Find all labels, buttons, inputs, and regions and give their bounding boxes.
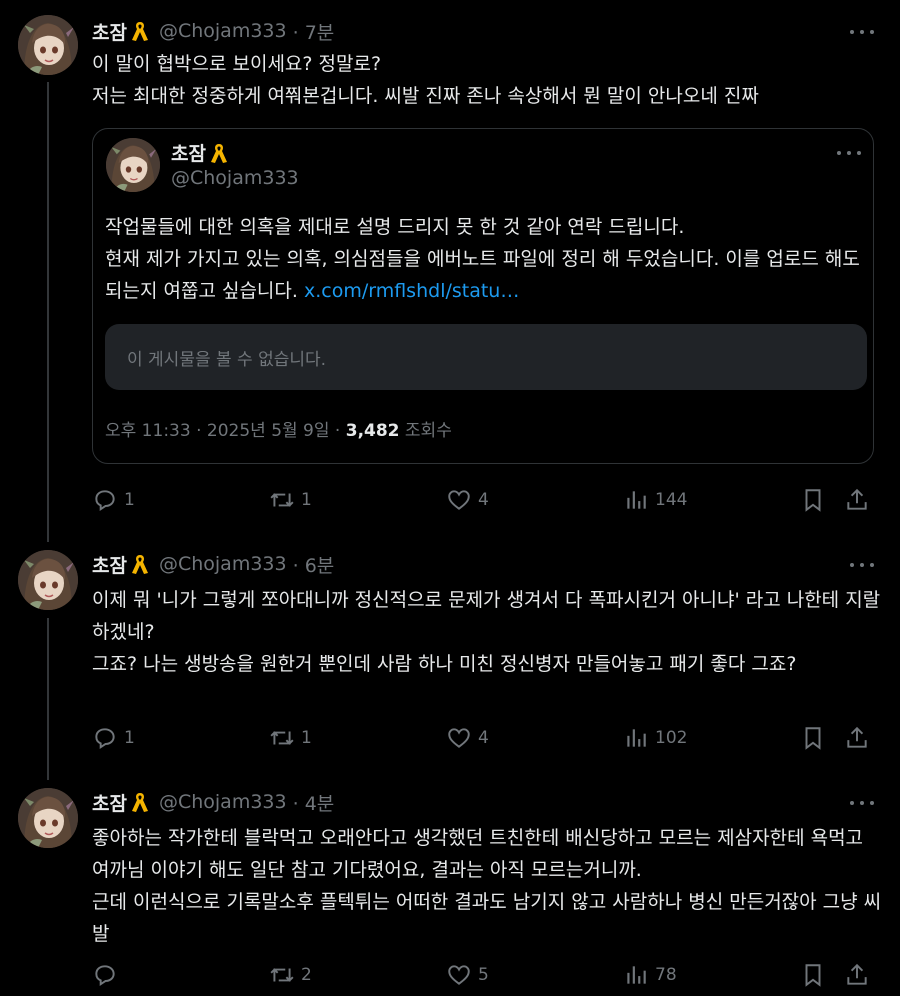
tweet-text: 좋아하는 작가한테 블락먹고 오래안다고 생각했던 트친한테 배신당하고 모르는… bbox=[92, 827, 882, 945]
avatar bbox=[106, 138, 160, 192]
bookmark-icon bbox=[805, 964, 821, 987]
views-button[interactable]: 78 bbox=[623, 961, 677, 989]
handle[interactable]: @Chojam333 bbox=[159, 20, 287, 42]
tweet[interactable]: 초잠 @Chojam333 · 7분 이 말이 협박으로 보이세요? 정말로? … bbox=[0, 0, 900, 540]
bookmark-button[interactable] bbox=[800, 961, 826, 989]
share-button[interactable] bbox=[844, 486, 870, 514]
repost-icon bbox=[270, 493, 294, 507]
quoted-tweet[interactable]: 초잠 @Chojam333 작업물들에 대한 의혹을 제대로 설명 드리지 못 … bbox=[92, 128, 874, 464]
repost-icon bbox=[270, 968, 294, 982]
action-bar: 2 5 78 bbox=[92, 961, 882, 989]
views-icon bbox=[627, 491, 646, 509]
views-button[interactable]: 102 bbox=[623, 724, 687, 752]
view-count: 3,482 bbox=[345, 421, 400, 441]
handle[interactable]: @Chojam333 bbox=[159, 791, 287, 813]
bookmark-button[interactable] bbox=[800, 486, 826, 514]
quoted-link[interactable]: x.com/rmflshdl/statu… bbox=[304, 280, 519, 302]
views-icon bbox=[627, 966, 646, 984]
tweet[interactable]: 초잠 @Chojam333 · 6분 이제 뭐 '니가 그렇게 쪼아대니까 정신… bbox=[0, 540, 900, 778]
bookmark-button[interactable] bbox=[800, 724, 826, 752]
yellow-ribbon-icon bbox=[131, 791, 149, 813]
bookmark-icon bbox=[805, 727, 821, 750]
bookmark-icon bbox=[805, 489, 821, 512]
display-name[interactable]: 초잠 bbox=[92, 789, 127, 816]
repost-button[interactable]: 1 bbox=[269, 486, 312, 514]
yellow-ribbon-icon bbox=[131, 553, 149, 575]
reply-button[interactable]: 1 bbox=[92, 486, 135, 514]
share-icon bbox=[847, 488, 867, 510]
like-icon bbox=[448, 490, 470, 510]
like-button[interactable]: 4 bbox=[446, 724, 489, 752]
share-button[interactable] bbox=[844, 961, 870, 989]
tweet-header: 초잠 @Chojam333 · 6분 bbox=[92, 550, 334, 578]
reply-icon bbox=[95, 728, 115, 750]
tweet-text: 이 말이 협박으로 보이세요? 정말로? 저는 최대한 정중하게 여쭤본겁니다.… bbox=[92, 53, 759, 107]
repost-button[interactable]: 1 bbox=[269, 724, 312, 752]
reply-button[interactable]: 1 bbox=[92, 724, 135, 752]
action-bar: 1 1 4 144 bbox=[92, 486, 882, 514]
more-icon[interactable] bbox=[850, 793, 874, 813]
avatar[interactable] bbox=[18, 550, 78, 610]
repost-icon bbox=[270, 731, 294, 745]
repost-button[interactable]: 2 bbox=[269, 961, 312, 989]
unavailable-post-notice: 이 게시물을 볼 수 없습니다. bbox=[105, 324, 867, 390]
views-button[interactable]: 144 bbox=[623, 486, 687, 514]
display-name[interactable]: 초잠 bbox=[92, 18, 127, 45]
avatar[interactable] bbox=[18, 15, 78, 75]
share-button[interactable] bbox=[844, 724, 870, 752]
like-button[interactable]: 4 bbox=[446, 486, 489, 514]
more-icon[interactable] bbox=[837, 143, 861, 163]
handle[interactable]: @Chojam333 bbox=[159, 553, 287, 575]
yellow-ribbon-icon bbox=[131, 20, 149, 42]
tweet[interactable]: 초잠 @Chojam333 · 4분 좋아하는 작가한테 블락먹고 오래안다고 … bbox=[0, 778, 900, 996]
tweet-text: 이제 뭐 '니가 그렇게 쪼아대니까 정신적으로 문제가 생겨서 다 폭파시킨거… bbox=[92, 589, 881, 675]
avatar[interactable] bbox=[18, 788, 78, 848]
quoted-display-name: 초잠 bbox=[171, 139, 238, 166]
like-button[interactable]: 5 bbox=[446, 961, 489, 989]
quoted-handle: @Chojam333 bbox=[171, 167, 299, 189]
timestamp[interactable]: · 6분 bbox=[293, 551, 335, 578]
quoted-meta: 오후 11:33 · 2025년 5월 9일 · 3,482 조회수 bbox=[105, 421, 452, 441]
tweet-header: 초잠 @Chojam333 · 4분 bbox=[92, 788, 334, 816]
share-icon bbox=[847, 726, 867, 748]
more-icon[interactable] bbox=[850, 22, 874, 42]
timestamp[interactable]: · 4분 bbox=[293, 789, 335, 816]
timestamp[interactable]: · 7분 bbox=[293, 18, 335, 45]
action-bar: 1 1 4 102 bbox=[92, 724, 882, 752]
more-icon[interactable] bbox=[850, 555, 874, 575]
display-name[interactable]: 초잠 bbox=[92, 551, 127, 578]
reply-icon bbox=[95, 965, 115, 987]
like-icon bbox=[448, 728, 470, 748]
like-icon bbox=[448, 965, 470, 985]
yellow-ribbon-icon bbox=[210, 142, 228, 164]
reply-button[interactable] bbox=[92, 961, 124, 989]
tweet-header: 초잠 @Chojam333 · 7분 bbox=[92, 17, 334, 45]
quoted-text: 작업물들에 대한 의혹을 제대로 설명 드리지 못 한 것 같아 연락 드립니다… bbox=[105, 216, 860, 302]
share-icon bbox=[847, 963, 867, 985]
views-icon bbox=[627, 729, 646, 747]
reply-icon bbox=[95, 490, 115, 512]
